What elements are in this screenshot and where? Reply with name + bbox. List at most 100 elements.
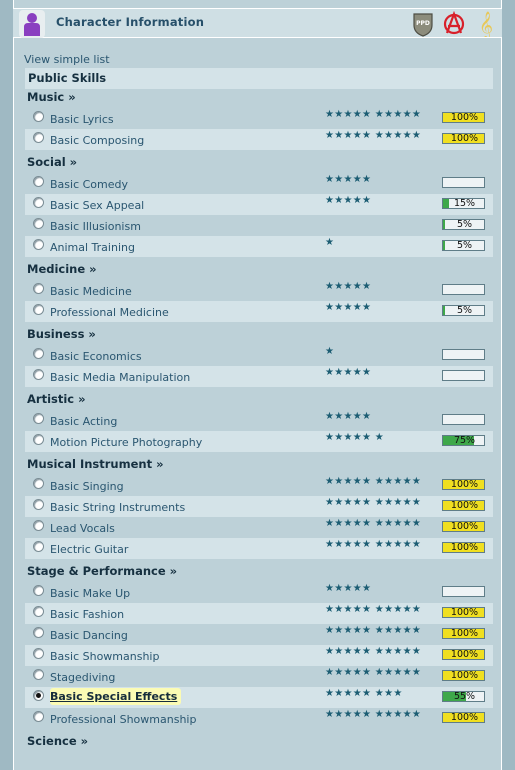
- skill-radio[interactable]: [33, 648, 44, 659]
- category-heading[interactable]: Stage & Performance »: [27, 564, 177, 578]
- skill-row[interactable]: Motion Picture Photography ★★★★★ ★ 75%: [25, 431, 493, 452]
- skill-row[interactable]: Basic Make Up ★★★★★: [25, 582, 493, 603]
- skill-radio[interactable]: [33, 690, 44, 701]
- progress-label: 100%: [450, 607, 479, 618]
- skill-progress-bar: [442, 414, 485, 425]
- skill-radio[interactable]: [33, 585, 44, 596]
- skill-row[interactable]: Stagediving ★★★★★ ★★★★★ 100%: [25, 666, 493, 687]
- skill-row[interactable]: Lead Vocals ★★★★★ ★★★★★ 100%: [25, 517, 493, 538]
- skill-name[interactable]: Animal Training: [50, 241, 135, 254]
- skill-name[interactable]: Basic Special Effects: [50, 688, 182, 705]
- view-simple-list-link[interactable]: View simple list: [24, 53, 110, 66]
- skill-name[interactable]: Professional Medicine: [50, 306, 169, 319]
- progress-label: 5%: [456, 240, 473, 251]
- skill-name[interactable]: Stagediving: [50, 671, 115, 684]
- music-note-icon[interactable]: 𝄞: [475, 11, 497, 37]
- skill-row[interactable]: Basic Special Effects ★★★★★ ★★★ 55%: [25, 687, 493, 708]
- skill-radio[interactable]: [33, 606, 44, 617]
- skill-radio[interactable]: [33, 711, 44, 722]
- skill-row[interactable]: Basic Media Manipulation ★★★★★: [25, 366, 493, 387]
- skill-row[interactable]: Basic Acting ★★★★★: [25, 410, 493, 431]
- skill-name[interactable]: Basic Illusionism: [50, 220, 141, 233]
- category-heading[interactable]: Science »: [27, 734, 88, 748]
- skill-radio[interactable]: [33, 627, 44, 638]
- skill-name[interactable]: Electric Guitar: [50, 543, 128, 556]
- skill-row[interactable]: Basic Singing ★★★★★ ★★★★★ 100%: [25, 475, 493, 496]
- skill-name[interactable]: Basic Sex Appeal: [50, 199, 144, 212]
- skill-row[interactable]: Basic Medicine ★★★★★: [25, 280, 493, 301]
- skill-progress-bar: 5%: [442, 219, 485, 230]
- skill-row[interactable]: Basic Sex Appeal ★★★★★ 15%: [25, 194, 493, 215]
- skill-name[interactable]: Basic Dancing: [50, 629, 128, 642]
- category-heading[interactable]: Musical Instrument »: [27, 457, 164, 471]
- skill-radio[interactable]: [33, 348, 44, 359]
- progress-label: 100%: [450, 712, 479, 723]
- skill-name[interactable]: Basic Economics: [50, 350, 142, 363]
- skill-name[interactable]: Motion Picture Photography: [50, 436, 202, 449]
- skill-name[interactable]: Basic Showmanship: [50, 650, 159, 663]
- skill-radio[interactable]: [33, 369, 44, 380]
- ppd-shield-icon[interactable]: PPD: [412, 11, 434, 37]
- skill-progress-bar: 100%: [442, 670, 485, 681]
- skill-radio[interactable]: [33, 520, 44, 531]
- skill-name[interactable]: Basic String Instruments: [50, 501, 185, 514]
- skill-radio[interactable]: [33, 304, 44, 315]
- skill-row[interactable]: Animal Training ★ 5%: [25, 236, 493, 257]
- skill-row[interactable]: Basic Composing ★★★★★ ★★★★★ 100%: [25, 129, 493, 150]
- skill-stars: ★★★★★ ★★★★★: [325, 109, 422, 120]
- skill-radio[interactable]: [33, 669, 44, 680]
- skill-name[interactable]: Basic Composing: [50, 134, 144, 147]
- skill-radio[interactable]: [33, 197, 44, 208]
- skill-row[interactable]: Basic Fashion ★★★★★ ★★★★★ 100%: [25, 603, 493, 624]
- skill-row[interactable]: Basic String Instruments ★★★★★ ★★★★★ 100%: [25, 496, 493, 517]
- skill-radio[interactable]: [33, 478, 44, 489]
- skill-name[interactable]: Basic Fashion: [50, 608, 124, 621]
- category-heading[interactable]: Music »: [27, 90, 76, 104]
- svg-text:𝄞: 𝄞: [479, 11, 493, 37]
- skill-row[interactable]: Basic Economics ★: [25, 345, 493, 366]
- skill-radio[interactable]: [33, 541, 44, 552]
- skill-progress-bar: 15%: [442, 198, 485, 209]
- progress-label: 15%: [453, 198, 476, 209]
- skill-row[interactable]: Basic Dancing ★★★★★ ★★★★★ 100%: [25, 624, 493, 645]
- skill-radio[interactable]: [33, 239, 44, 250]
- panel-header: Character Information PPD 𝄞: [13, 8, 502, 38]
- category-heading[interactable]: Medicine »: [27, 262, 97, 276]
- skill-progress-bar: [442, 284, 485, 295]
- skill-row[interactable]: Basic Illusionism 5%: [25, 215, 493, 236]
- skill-row[interactable]: Basic Lyrics ★★★★★ ★★★★★ 100%: [25, 108, 493, 129]
- category-heading[interactable]: Business »: [27, 327, 96, 341]
- skill-radio[interactable]: [33, 283, 44, 294]
- skill-stars: ★★★★★: [325, 367, 372, 378]
- skill-radio[interactable]: [33, 111, 44, 122]
- skill-row[interactable]: Professional Medicine ★★★★★ 5%: [25, 301, 493, 322]
- progress-label: 100%: [450, 479, 479, 490]
- skill-name[interactable]: Basic Medicine: [50, 285, 132, 298]
- skill-row[interactable]: Basic Comedy ★★★★★: [25, 173, 493, 194]
- skill-stars: ★★★★★ ★★★★★: [325, 667, 422, 678]
- skill-name[interactable]: Basic Media Manipulation: [50, 371, 190, 384]
- skill-row[interactable]: Professional Showmanship ★★★★★ ★★★★★ 100%: [25, 708, 493, 729]
- skill-row[interactable]: Basic Showmanship ★★★★★ ★★★★★ 100%: [25, 645, 493, 666]
- category-heading[interactable]: Social »: [27, 155, 77, 169]
- category-heading[interactable]: Artistic »: [27, 392, 86, 406]
- skill-name[interactable]: Basic Lyrics: [50, 113, 114, 126]
- skill-radio[interactable]: [33, 413, 44, 424]
- skill-radio[interactable]: [33, 176, 44, 187]
- skill-progress-bar: 100%: [442, 607, 485, 618]
- skill-name[interactable]: Basic Make Up: [50, 587, 130, 600]
- skill-progress-bar: 75%: [442, 435, 485, 446]
- skill-name[interactable]: Lead Vocals: [50, 522, 115, 535]
- skill-name[interactable]: Basic Singing: [50, 480, 124, 493]
- skill-row[interactable]: Electric Guitar ★★★★★ ★★★★★ 100%: [25, 538, 493, 559]
- skill-name[interactable]: Basic Comedy: [50, 178, 128, 191]
- skill-radio[interactable]: [33, 218, 44, 229]
- skill-radio[interactable]: [33, 132, 44, 143]
- skill-progress-bar: 5%: [442, 305, 485, 316]
- anarchy-icon[interactable]: [443, 11, 465, 37]
- progress-label: 75%: [453, 435, 476, 446]
- skill-name[interactable]: Professional Showmanship: [50, 713, 196, 726]
- skill-radio[interactable]: [33, 434, 44, 445]
- skill-name[interactable]: Basic Acting: [50, 415, 117, 428]
- skill-radio[interactable]: [33, 499, 44, 510]
